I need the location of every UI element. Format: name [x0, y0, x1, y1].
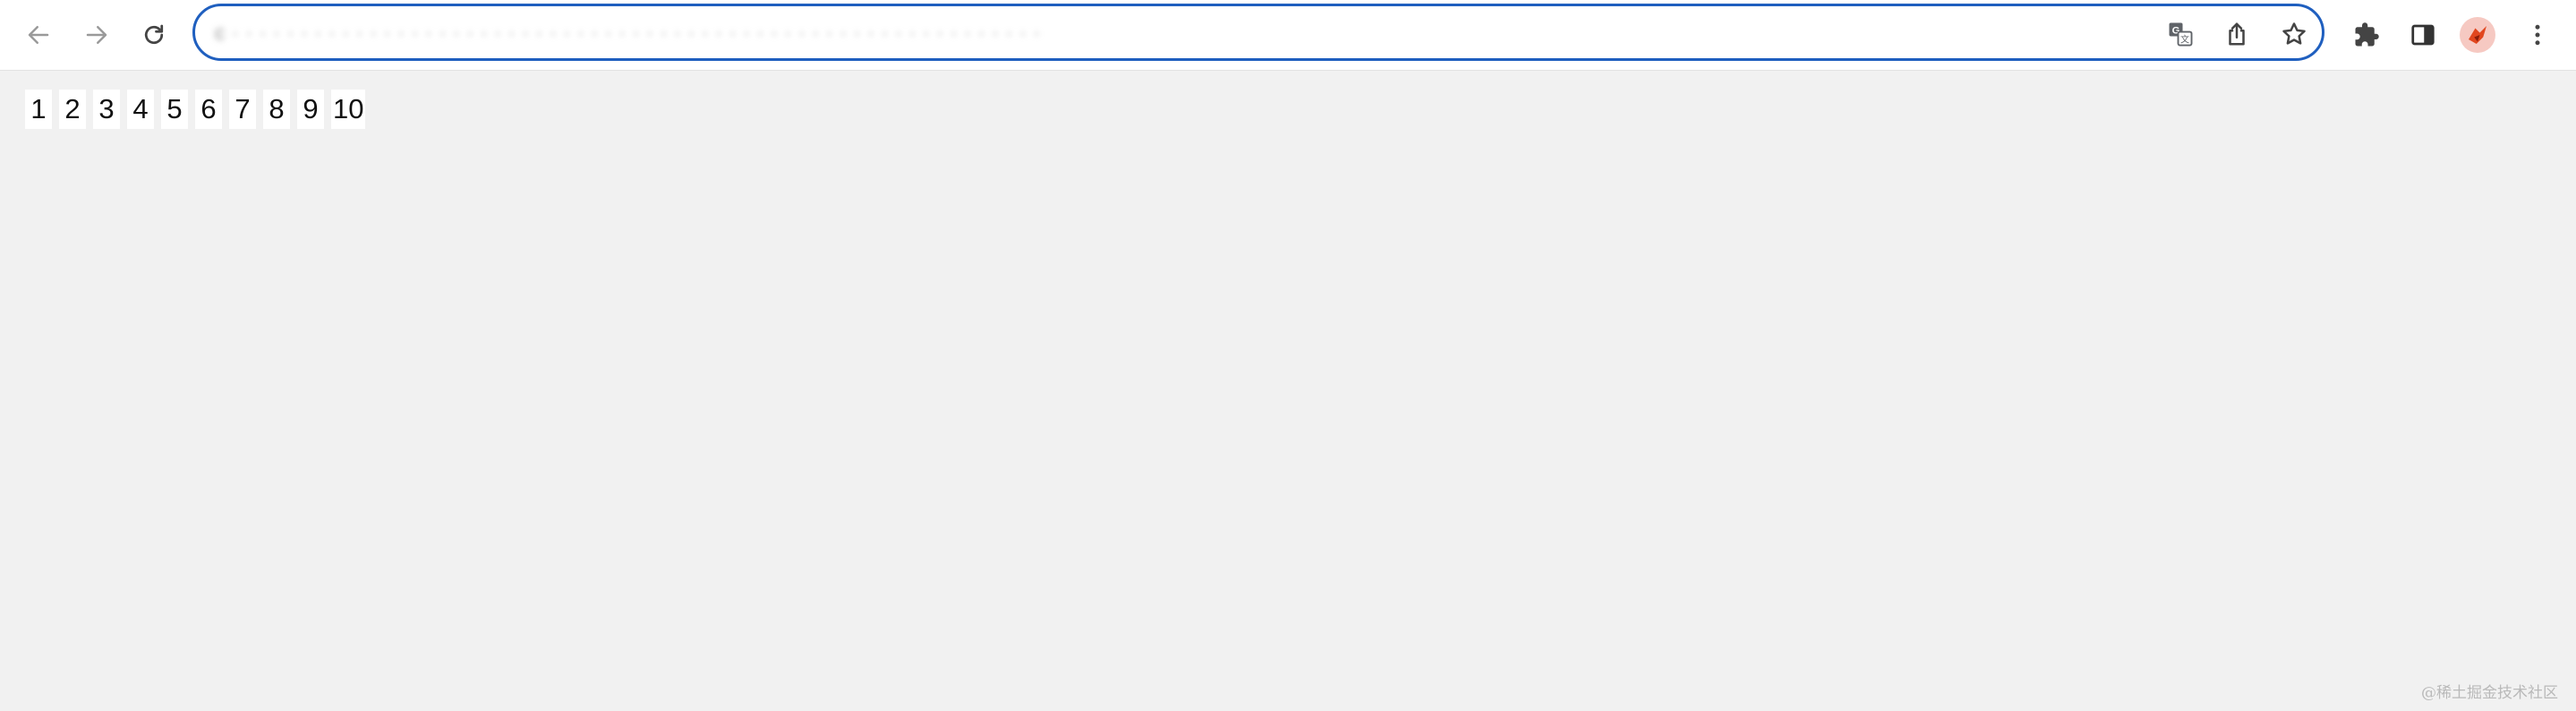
page-item-5[interactable]: 5	[161, 90, 188, 129]
page-item-6[interactable]: 6	[195, 90, 222, 129]
page-item-2[interactable]: 2	[59, 90, 86, 129]
reload-button[interactable]	[133, 14, 175, 56]
forward-button[interactable]	[76, 14, 117, 56]
bookmark-button[interactable]	[2277, 17, 2311, 51]
page-item-1[interactable]: 1	[25, 90, 52, 129]
back-button[interactable]	[18, 14, 59, 56]
translate-button[interactable]: G 文	[2163, 17, 2197, 51]
svg-text:文: 文	[2180, 33, 2189, 45]
watermark: @稀土掘金技术社区	[2421, 684, 2558, 702]
profile-avatar	[2460, 17, 2495, 53]
page-item-4[interactable]: 4	[127, 90, 154, 129]
side-panel-button[interactable]	[2404, 16, 2442, 54]
star-icon	[2282, 22, 2306, 45]
arrow-right-icon	[86, 26, 107, 44]
share-button[interactable]	[2220, 17, 2254, 51]
browser-toolbar: c · · · · · · · · · · · · · · · · · · · …	[0, 0, 2576, 71]
page-item-10[interactable]: 10	[331, 90, 366, 129]
page-item-9[interactable]: 9	[297, 90, 324, 129]
fox-avatar-icon	[2469, 26, 2486, 44]
share-icon	[2229, 22, 2245, 46]
browser-window: c · · · · · · · · · · · · · · · · · · · …	[0, 0, 2576, 711]
translate-icon: G 文	[2169, 22, 2193, 47]
pagination: 1 2 3 4 5 6 7 8 9 10	[25, 90, 366, 129]
url-text[interactable]: c · · · · · · · · · · · · · · · · · · · …	[215, 21, 1853, 46]
reload-icon	[144, 24, 164, 45]
page-item-3[interactable]: 3	[93, 90, 120, 129]
page-item-8[interactable]: 8	[263, 90, 290, 129]
side-panel-icon	[2411, 24, 2435, 46]
profile-button[interactable]	[2459, 16, 2496, 54]
kebab-menu-icon	[2535, 24, 2540, 46]
extensions-button[interactable]	[2348, 16, 2385, 54]
address-bar[interactable]: c · · · · · · · · · · · · · · · · · · · …	[192, 4, 2324, 61]
menu-button[interactable]	[2519, 16, 2556, 54]
page-item-7[interactable]: 7	[229, 90, 256, 129]
arrow-left-icon	[28, 26, 49, 44]
puzzle-icon	[2355, 22, 2379, 47]
